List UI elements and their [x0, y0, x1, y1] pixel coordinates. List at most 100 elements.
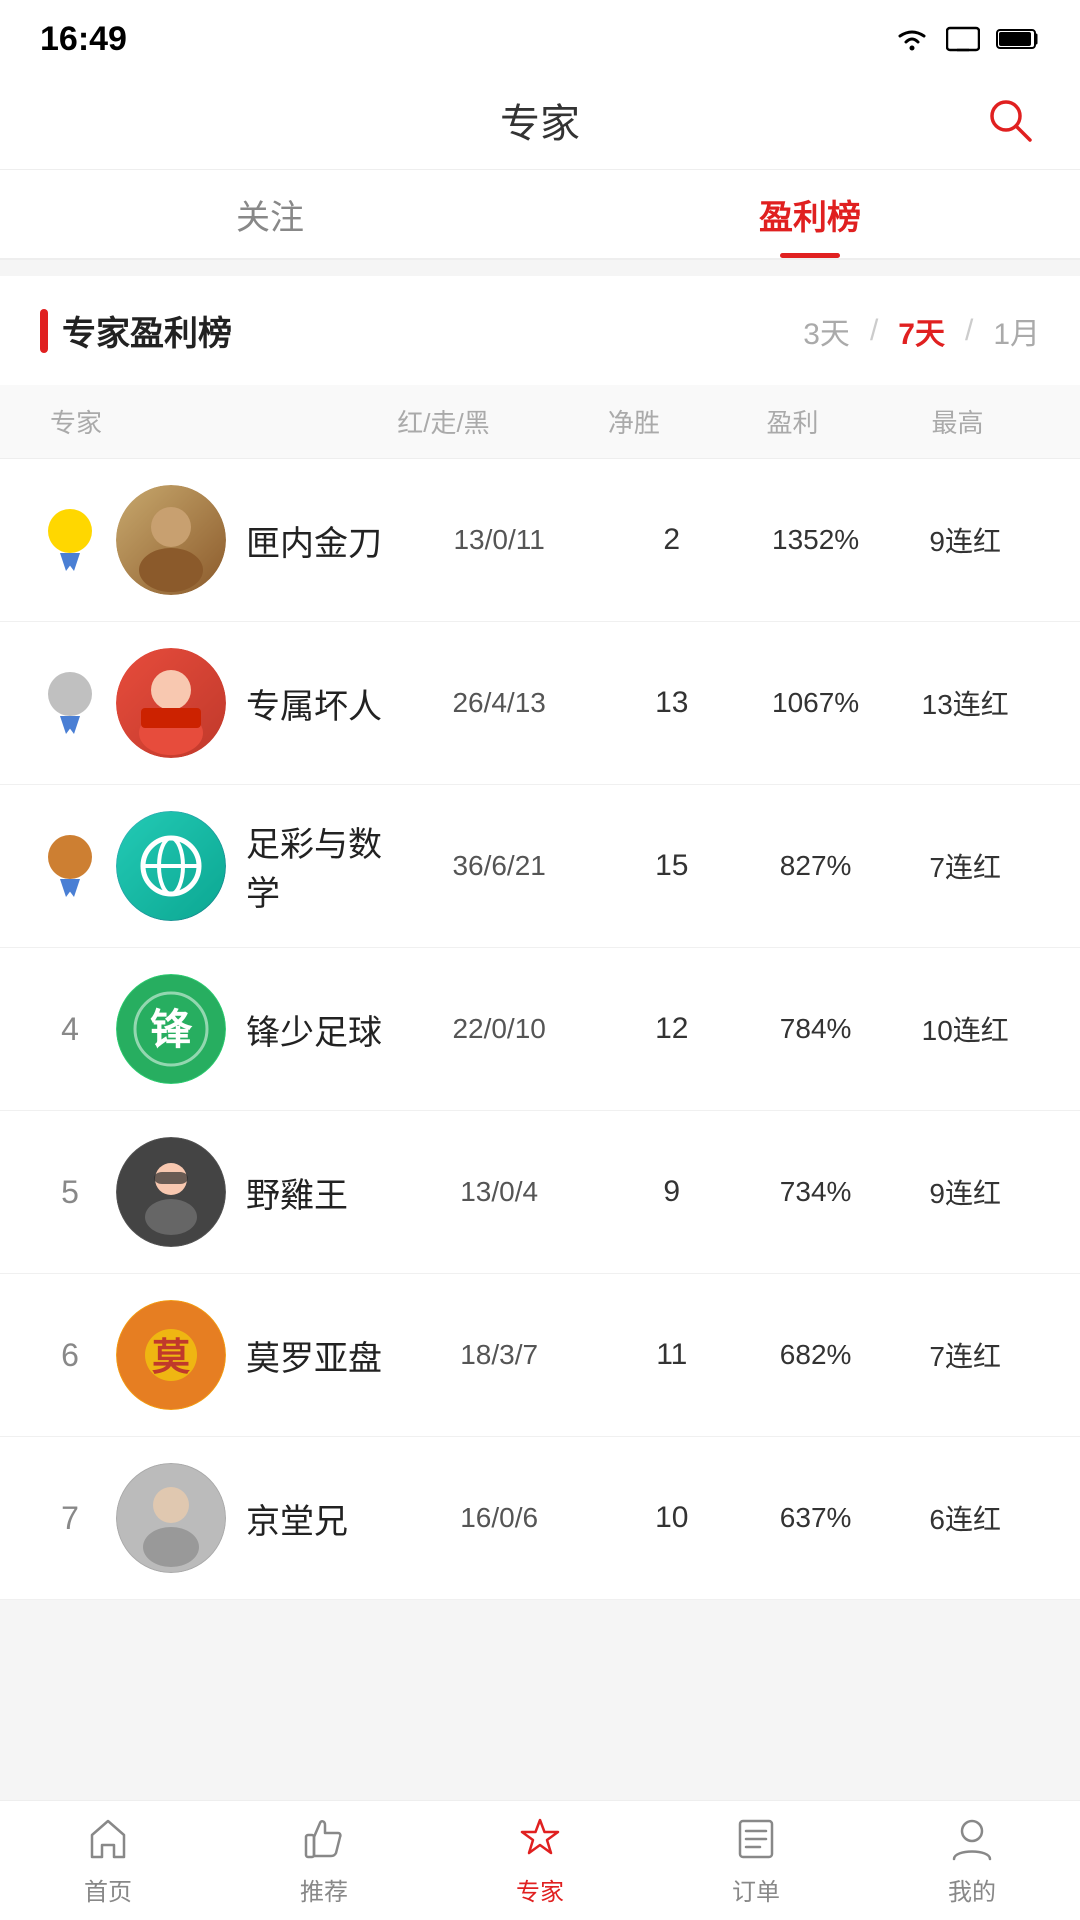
nav-item-recommend[interactable]: 推荐 — [216, 1801, 432, 1920]
avatar: 莫 — [116, 1300, 226, 1410]
thumb-icon — [299, 1814, 349, 1864]
section-header: 专家盈利榜 3天 / 7天 / 1月 — [0, 276, 1080, 385]
expert-name: 专属坏人 — [246, 679, 396, 728]
rank-medal-1 — [40, 509, 100, 571]
rank-item[interactable]: 4 锋 锋少足球 22/0/10 12 784% 10连红 — [0, 948, 1080, 1111]
best-val: 9连红 — [890, 520, 1040, 560]
home-icon — [83, 1814, 133, 1864]
period-3days[interactable]: 3天 — [803, 309, 850, 353]
tab-yinglibang[interactable]: 盈利榜 — [540, 170, 1080, 258]
net-val: 2 — [603, 523, 741, 557]
search-button[interactable] — [980, 90, 1040, 150]
col-header-expert: 专家 — [40, 403, 329, 440]
best-val: 7连红 — [890, 1335, 1040, 1375]
rank-medal-2 — [40, 672, 100, 734]
nav-label-recommend: 推荐 — [300, 1872, 348, 1907]
avatar: 锋 — [116, 974, 226, 1084]
rank-item[interactable]: 足彩与数学 36/6/21 15 827% 7连红 — [0, 785, 1080, 948]
search-icon — [984, 94, 1036, 146]
profit-val: 784% — [741, 1013, 891, 1045]
record-val: 36/6/21 — [396, 850, 603, 882]
svg-text:莫: 莫 — [152, 1337, 190, 1379]
battery-icon — [996, 26, 1040, 52]
expert-name: 匣内金刀 — [246, 516, 396, 565]
profit-val: 682% — [741, 1339, 891, 1371]
net-val: 9 — [603, 1175, 741, 1209]
expert-name: 莫罗亚盘 — [246, 1331, 396, 1380]
col-header-best: 最高 — [875, 403, 1040, 440]
record-val: 13/0/4 — [396, 1176, 603, 1208]
status-time: 16:49 — [40, 20, 127, 59]
user-icon — [947, 1814, 997, 1864]
profit-val: 1067% — [741, 687, 891, 719]
best-val: 9连红 — [890, 1172, 1040, 1212]
nav-item-order[interactable]: 订单 — [648, 1801, 864, 1920]
profit-val: 827% — [741, 850, 891, 882]
avatar — [116, 811, 226, 921]
avatar — [116, 1463, 226, 1573]
record-val: 26/4/13 — [396, 687, 603, 719]
profit-val: 637% — [741, 1502, 891, 1534]
net-val: 12 — [603, 1012, 741, 1046]
section-bar — [40, 309, 48, 353]
rank-number-4: 4 — [40, 1011, 100, 1048]
nav-label-mine: 我的 — [948, 1872, 996, 1907]
period-1month[interactable]: 1月 — [993, 309, 1040, 353]
nav-item-expert[interactable]: 专家 — [432, 1801, 648, 1920]
nav-label-order: 订单 — [732, 1872, 780, 1907]
page-title: 专家 — [500, 91, 580, 149]
wifi-icon — [894, 26, 930, 52]
nav-item-home[interactable]: 首页 — [0, 1801, 216, 1920]
profit-val: 1352% — [741, 524, 891, 556]
rank-item[interactable]: 5 野雞王 13/0/4 9 734% 9连红 — [0, 1111, 1080, 1274]
best-val: 7连红 — [890, 846, 1040, 886]
nav-item-mine[interactable]: 我的 — [864, 1801, 1080, 1920]
table-header: 专家 红/走/黑 净胜 盈利 最高 — [0, 385, 1080, 459]
status-bar: 16:49 — [0, 0, 1080, 70]
best-val: 10连红 — [890, 1009, 1040, 1049]
net-val: 15 — [603, 849, 741, 883]
rank-number-5: 5 — [40, 1174, 100, 1211]
col-header-net: 净胜 — [558, 403, 710, 440]
rank-number-6: 6 — [40, 1337, 100, 1374]
rank-medal-3 — [40, 835, 100, 897]
tab-guanzhu[interactable]: 关注 — [0, 170, 540, 258]
record-val: 13/0/11 — [396, 524, 603, 556]
rank-item[interactable]: 7 京堂兄 16/0/6 10 637% 6连红 — [0, 1437, 1080, 1600]
col-header-profit: 盈利 — [710, 403, 875, 440]
header: 专家 — [0, 70, 1080, 170]
rank-item[interactable]: 专属坏人 26/4/13 13 1067% 13连红 — [0, 622, 1080, 785]
period-filter: 3天 / 7天 / 1月 — [803, 309, 1040, 353]
rank-item[interactable]: 6 莫 莫罗亚盘 18/3/7 11 682% 7连红 — [0, 1274, 1080, 1437]
avatar — [116, 648, 226, 758]
col-header-record: 红/走/黑 — [329, 403, 557, 440]
nav-label-home: 首页 — [84, 1872, 132, 1907]
section-title: 专家盈利榜 — [62, 306, 232, 355]
list-icon — [731, 1814, 781, 1864]
screen-icon — [946, 26, 980, 52]
profit-val: 734% — [741, 1176, 891, 1208]
record-val: 22/0/10 — [396, 1013, 603, 1045]
nav-label-expert: 专家 — [516, 1872, 564, 1907]
avatar — [116, 485, 226, 595]
record-val: 18/3/7 — [396, 1339, 603, 1371]
best-val: 13连红 — [890, 683, 1040, 723]
rank-number-7: 7 — [40, 1500, 100, 1537]
net-val: 10 — [603, 1501, 741, 1535]
net-val: 13 — [603, 686, 741, 720]
rank-item[interactable]: 匣内金刀 13/0/11 2 1352% 9连红 — [0, 459, 1080, 622]
expert-name: 锋少足球 — [246, 1005, 396, 1054]
status-icons — [894, 26, 1040, 52]
expert-name: 京堂兄 — [246, 1494, 396, 1543]
bottom-nav: 首页 推荐 专家 订单 — [0, 1800, 1080, 1920]
svg-text:锋: 锋 — [150, 1006, 193, 1053]
expert-name: 足彩与数学 — [246, 817, 396, 915]
tab-bar: 关注 盈利榜 — [0, 170, 1080, 260]
expert-name: 野雞王 — [246, 1168, 396, 1217]
net-val: 11 — [603, 1338, 741, 1372]
avatar — [116, 1137, 226, 1247]
rank-list: 匣内金刀 13/0/11 2 1352% 9连红 专属坏人 — [0, 459, 1080, 1600]
period-7days[interactable]: 7天 — [898, 309, 945, 353]
record-val: 16/0/6 — [396, 1502, 603, 1534]
best-val: 6连红 — [890, 1498, 1040, 1538]
